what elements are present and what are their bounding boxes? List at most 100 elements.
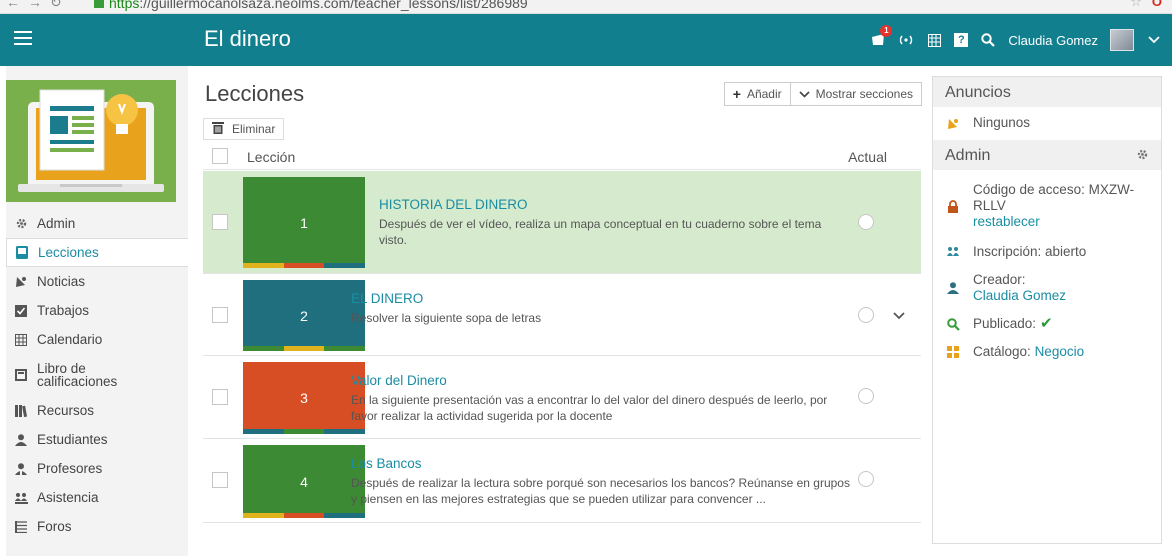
lesson-thumbnail[interactable]: 3 xyxy=(243,362,366,434)
search-icon xyxy=(945,316,961,332)
admin-header: Admin xyxy=(933,140,1161,170)
expand-chevron-icon[interactable] xyxy=(893,309,905,323)
page-title: Lecciones xyxy=(205,81,305,106)
lesson-title[interactable]: HISTORIA DEL DINERO xyxy=(379,197,528,212)
reset-access-code-link[interactable]: restablecer xyxy=(973,214,1153,230)
column-header-lesson: Lección xyxy=(247,149,296,165)
announcements-empty: Ningunos xyxy=(933,107,1161,140)
sidebar-item-trabajos[interactable]: Trabajos xyxy=(6,296,188,325)
select-all-checkbox[interactable] xyxy=(212,148,228,164)
current-lesson-radio[interactable] xyxy=(858,388,874,404)
lesson-row[interactable]: 4 Los Bancos Después de realizar la lect… xyxy=(203,439,921,523)
books-icon xyxy=(14,404,28,418)
lesson-title[interactable]: EL DINERO xyxy=(351,291,423,306)
show-sections-button[interactable]: Mostrar secciones xyxy=(789,83,921,105)
creator-link[interactable]: Claudia Gomez xyxy=(973,288,1066,304)
current-lesson-radio[interactable] xyxy=(858,214,874,230)
lesson-row[interactable]: 2 EL DINERO Resolver la siguiente sopa d… xyxy=(203,274,921,356)
sidebar-item-libro-de-calificaciones[interactable]: Libro de calificaciones xyxy=(6,354,188,396)
sidebar-item-recursos[interactable]: Recursos xyxy=(6,396,188,425)
teacher-icon xyxy=(14,462,28,476)
notification-badge: 1 xyxy=(880,25,893,37)
thumbnail-stripe xyxy=(243,513,366,518)
course-image xyxy=(6,80,176,202)
megaphone-icon xyxy=(945,115,961,131)
lock-icon xyxy=(94,0,104,8)
lock-icon xyxy=(945,182,961,230)
lesson-actions: + Añadir Mostrar secciones xyxy=(723,82,922,106)
browser-url[interactable]: https://guillermocanolsaza.neolms.com/te… xyxy=(94,0,528,11)
published-status: Publicado: ✔ xyxy=(933,304,1161,332)
calendar-icon[interactable] xyxy=(926,32,942,48)
sidebar-item-lecciones[interactable]: Lecciones xyxy=(6,238,188,267)
plus-icon: + xyxy=(732,86,741,102)
lessons-table-header: Lección Actual xyxy=(203,146,921,170)
app-header: El dinero 1 ? Claudia Gomez xyxy=(0,14,1172,66)
person-icon xyxy=(945,272,961,304)
chevron-down-icon[interactable] xyxy=(1146,32,1162,48)
avatar[interactable] xyxy=(1110,29,1134,51)
sidebar-item-asistencia[interactable]: Asistencia xyxy=(6,483,188,512)
browser-nav-icons[interactable]: ←→↻ xyxy=(6,0,70,11)
sidebar-item-calendario[interactable]: Calendario xyxy=(6,325,188,354)
catalog-link[interactable]: Negocio xyxy=(1035,344,1085,360)
current-lesson-radio[interactable] xyxy=(858,471,874,487)
left-sidebar: Admin Lecciones Noticias Trabajos Calend… xyxy=(6,66,188,556)
gear-icon xyxy=(14,217,28,231)
lesson-title[interactable]: Los Bancos xyxy=(351,456,422,471)
lesson-thumbnail[interactable]: 1 xyxy=(243,177,366,268)
group-icon xyxy=(945,244,961,260)
lesson-description: Resolver la siguiente sopa de letras xyxy=(351,311,542,325)
thumbnail-stripe xyxy=(243,346,366,351)
delete-button[interactable]: Eliminar xyxy=(203,118,285,140)
column-header-current: Actual xyxy=(848,149,887,165)
lesson-checkbox[interactable] xyxy=(212,307,228,323)
sidebar-item-profesores[interactable]: Profesores xyxy=(6,454,188,483)
lesson-description: Después de realizar la lectura sobre por… xyxy=(351,476,850,506)
calendar-icon xyxy=(14,333,28,347)
lesson-row[interactable]: 3 Valor del Dinero En la siguiente prese… xyxy=(203,356,921,439)
search-icon[interactable] xyxy=(980,32,996,48)
sidebar-item-admin[interactable]: Admin xyxy=(6,209,188,238)
catalog: Catálogo: Negocio xyxy=(933,332,1161,360)
gear-icon[interactable] xyxy=(1136,148,1149,164)
browser-url-bar: ←→↻ https://guillermocanolsaza.neolms.co… xyxy=(0,0,1172,14)
attendance-icon xyxy=(14,491,28,505)
menu-icon[interactable] xyxy=(14,31,32,45)
thumbnail-stripe xyxy=(243,429,366,434)
trash-icon xyxy=(212,121,224,137)
lesson-thumbnail[interactable]: 2 xyxy=(243,280,366,351)
lesson-thumbnail[interactable]: 4 xyxy=(243,445,366,518)
lessons-icon xyxy=(15,246,29,260)
current-lesson-radio[interactable] xyxy=(858,307,874,323)
right-panel: Anuncios Ningunos Admin Código de acceso… xyxy=(932,76,1162,544)
megaphone-icon xyxy=(14,275,28,289)
lesson-row[interactable]: 1 HISTORIA DEL DINERO Después de ver el … xyxy=(203,171,921,274)
creator: Creador: Claudia Gomez xyxy=(933,260,1161,304)
lesson-description: En la siguiente presentación vas a encon… xyxy=(351,393,828,423)
lesson-checkbox[interactable] xyxy=(212,472,228,488)
announcements-header: Anuncios xyxy=(933,77,1161,107)
user-name[interactable]: Claudia Gomez xyxy=(1008,33,1098,48)
chevron-down-icon xyxy=(799,87,810,101)
lesson-description: Después de ver el vídeo, realiza un mapa… xyxy=(379,217,822,247)
sidebar-nav: Admin Lecciones Noticias Trabajos Calend… xyxy=(6,209,188,541)
signal-icon[interactable] xyxy=(898,32,914,48)
browser-right-icons[interactable]: ☆ O xyxy=(1130,0,1162,10)
lesson-checkbox[interactable] xyxy=(212,389,228,405)
gradebook-icon xyxy=(14,368,28,382)
add-button[interactable]: + Añadir xyxy=(725,83,790,105)
lesson-checkbox[interactable] xyxy=(212,214,228,230)
main-content: Lecciones + Añadir Mostrar secciones Eli… xyxy=(203,66,922,556)
notifications-icon[interactable]: 1 xyxy=(870,25,893,48)
sidebar-item-noticias[interactable]: Noticias xyxy=(6,267,188,296)
sidebar-item-foros[interactable]: Foros xyxy=(6,512,188,541)
checkbox-icon xyxy=(14,304,28,318)
forums-icon xyxy=(14,520,28,534)
catalog-icon xyxy=(945,344,961,360)
course-title[interactable]: El dinero xyxy=(204,26,291,52)
help-icon[interactable]: ? xyxy=(954,33,969,47)
lesson-title[interactable]: Valor del Dinero xyxy=(351,373,447,388)
enrollment-status: Inscripción: abierto xyxy=(933,230,1161,260)
sidebar-item-estudiantes[interactable]: Estudiantes xyxy=(6,425,188,454)
